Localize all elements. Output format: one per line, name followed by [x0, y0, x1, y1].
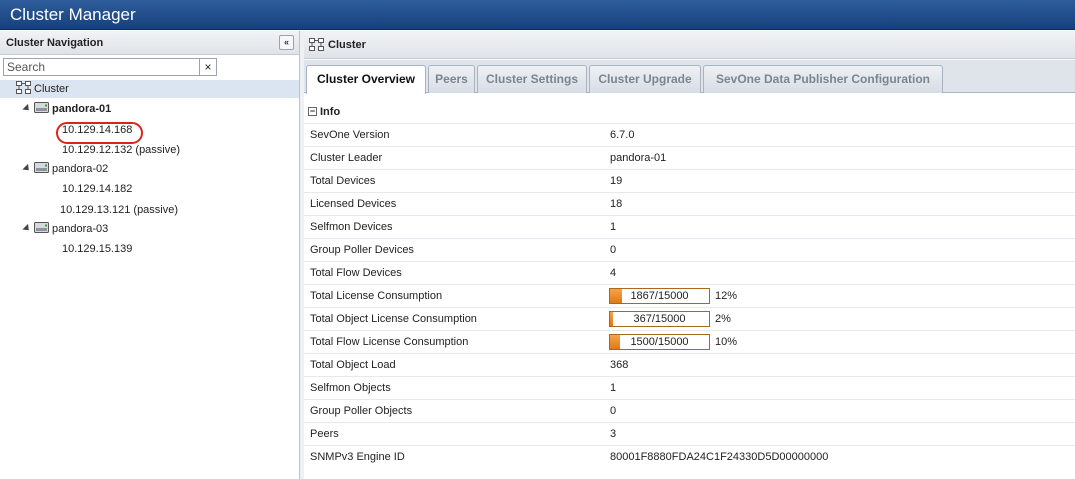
ip-label: 10.129.13.121 (passive): [60, 204, 179, 216]
info-row: Total Object License Consumption 367/1500…: [304, 307, 1075, 330]
main-panel-title: Cluster: [328, 39, 366, 51]
progress-text: 1500/15000: [630, 336, 689, 348]
cluster-icon: [309, 38, 324, 51]
tab-sevone-data-publisher-configuration[interactable]: SevOne Data Publisher Configuration: [703, 65, 943, 93]
info-value: 3: [610, 428, 617, 440]
nav-panel-title: Cluster Navigation: [6, 37, 104, 49]
license-progress-bar: 367/15000: [609, 311, 710, 327]
ip-label: 10.129.14.182: [62, 183, 133, 195]
info-key: Licensed Devices: [310, 198, 397, 210]
search-input[interactable]: [3, 58, 201, 76]
expand-arrow-icon[interactable]: [22, 103, 32, 114]
info-row: Total Flow License Consumption 1500/15000…: [304, 330, 1075, 353]
info-row: SevOne Version 6.7.0: [304, 123, 1075, 146]
tab-bar: Cluster Overview Peers Cluster Settings …: [304, 60, 1075, 94]
tab-cluster-overview[interactable]: Cluster Overview: [306, 65, 426, 94]
info-row: Cluster Leader pandora-01: [304, 146, 1075, 169]
info-key: Total Flow License Consumption: [310, 336, 469, 348]
server-icon: [34, 162, 49, 173]
app-title: Cluster Manager: [10, 5, 136, 24]
info-key: Total Devices: [310, 175, 376, 187]
info-value: 18: [610, 198, 623, 210]
info-row: Group Poller Objects 0: [304, 399, 1075, 422]
license-progress-bar: 1867/15000: [609, 288, 710, 304]
tree-item-cluster[interactable]: Cluster: [0, 80, 299, 98]
node-name: pandora-02: [52, 163, 109, 175]
info-row: SNMPv3 Engine ID 80001F8880FDA24C1F24330D…: [304, 445, 1075, 468]
info-key: Total Object Load: [310, 359, 396, 371]
expand-arrow-icon[interactable]: [22, 163, 32, 174]
info-key: Group Poller Devices: [310, 244, 414, 256]
info-key: Total License Consumption: [310, 290, 443, 302]
tree-item-label: Cluster: [34, 83, 69, 95]
info-value: pandora-01: [610, 152, 667, 164]
info-key: Group Poller Objects: [310, 405, 413, 417]
ip-label: 10.129.12.132 (passive): [62, 144, 181, 156]
progress-text: 1867/15000: [630, 290, 689, 302]
info-value: 1: [610, 382, 617, 394]
tab-cluster-upgrade[interactable]: Cluster Upgrade: [589, 65, 701, 93]
info-row: Group Poller Devices 0: [304, 238, 1075, 261]
info-key: Total Flow Devices: [310, 267, 402, 279]
tree-ip-10-129-14-182[interactable]: 10.129.14.182: [62, 180, 132, 198]
progress-fill: [610, 289, 622, 303]
progress-fill: [610, 312, 613, 326]
info-key: Selfmon Devices: [310, 221, 393, 233]
tree-node-pandora-03[interactable]: pandora-03: [22, 220, 109, 238]
info-key: Cluster Leader: [310, 152, 383, 164]
search-row: ×: [0, 55, 299, 79]
info-value: 4: [610, 267, 617, 279]
app-title-bar: Cluster Manager: [0, 0, 1075, 30]
tree-ip-10-129-13-121[interactable]: 10.129.13.121 (passive): [60, 201, 178, 219]
info-value: 6.7.0: [610, 129, 635, 141]
license-progress-bar: 1500/15000: [609, 334, 710, 350]
info-row: Licensed Devices 18: [304, 192, 1075, 215]
info-row: Selfmon Devices 1: [304, 215, 1075, 238]
expand-arrow-icon[interactable]: [22, 223, 32, 234]
tree-ip-10-129-15-139[interactable]: 10.129.15.139: [62, 240, 132, 258]
ip-label: 10.129.15.139: [62, 243, 133, 255]
tree-node-pandora-01[interactable]: pandora-01: [22, 100, 112, 118]
main-panel-header: Cluster: [304, 31, 1075, 59]
node-name: pandora-03: [52, 223, 109, 235]
progress-text: 367/15000: [633, 313, 686, 325]
cluster-navigation-panel: Cluster Navigation « × Cluster pandora-0…: [0, 31, 300, 479]
progress-percent: 2%: [715, 313, 731, 325]
info-value: 368: [610, 359, 629, 371]
info-key: SevOne Version: [310, 129, 390, 141]
collapse-panel-button[interactable]: «: [279, 35, 294, 50]
info-key: Selfmon Objects: [310, 382, 391, 394]
info-row: Total Flow Devices 4: [304, 261, 1075, 284]
info-row: Selfmon Objects 1: [304, 376, 1075, 399]
info-value: 1: [610, 221, 617, 233]
progress-percent: 12%: [715, 290, 738, 302]
node-name: pandora-01: [52, 103, 112, 115]
cluster-main-panel: Cluster Cluster Overview Peers Cluster S…: [304, 31, 1075, 479]
info-key: SNMPv3 Engine ID: [310, 451, 405, 463]
tab-peers[interactable]: Peers: [428, 65, 475, 93]
info-row: Total Devices 19: [304, 169, 1075, 192]
info-section-header[interactable]: − Info: [304, 102, 1075, 122]
highlight-circle: [56, 122, 143, 144]
collapse-section-icon[interactable]: −: [308, 107, 317, 116]
info-value: 0: [610, 405, 617, 417]
info-key: Total Object License Consumption: [310, 313, 477, 325]
server-icon: [34, 222, 49, 233]
clear-search-button[interactable]: ×: [199, 58, 217, 76]
info-row: Total License Consumption 1867/15000 12%: [304, 284, 1075, 307]
cluster-icon: [16, 81, 31, 94]
nav-panel-header: Cluster Navigation «: [0, 31, 299, 55]
info-row: Total Object Load 368: [304, 353, 1075, 376]
info-value: 0: [610, 244, 617, 256]
info-key: Peers: [310, 428, 339, 440]
server-icon: [34, 102, 49, 113]
progress-percent: 10%: [715, 336, 738, 348]
info-row: Peers 3: [304, 422, 1075, 445]
info-value: 19: [610, 175, 623, 187]
tab-cluster-settings[interactable]: Cluster Settings: [477, 65, 587, 93]
tree-node-pandora-02[interactable]: pandora-02: [22, 160, 109, 178]
section-title: Info: [320, 106, 341, 118]
progress-fill: [610, 335, 620, 349]
info-value: 80001F8880FDA24C1F24330D5D00000000: [610, 451, 829, 463]
